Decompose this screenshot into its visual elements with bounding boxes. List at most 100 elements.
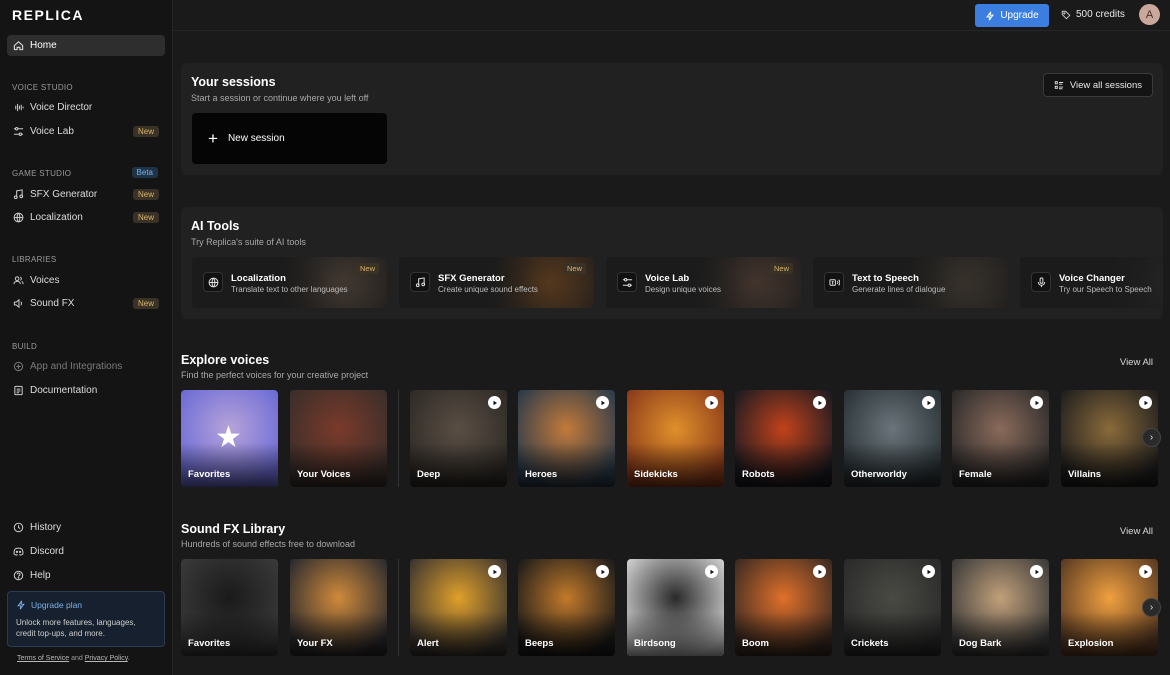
tile-label: Your Voices [297,469,351,480]
tile-crickets[interactable]: Crickets [844,559,941,656]
new-session-button[interactable]: + New session [192,113,387,164]
tile-robots[interactable]: Robots [735,390,832,487]
tile-shade [290,612,387,656]
tile-your-fx[interactable]: Your FX [290,559,387,656]
play-icon[interactable] [705,565,718,578]
upgrade-button[interactable]: Upgrade [975,4,1049,27]
tile-label: Beeps [525,638,554,649]
tool-card-voice-lab[interactable]: Voice Lab Design unique voices New [606,257,801,308]
lightning-icon [986,11,995,20]
play-icon[interactable] [922,565,935,578]
tile-your-voices[interactable]: Your Voices [290,390,387,487]
sidebar-item-voice-lab[interactable]: Voice Lab New [7,121,165,142]
sidebar-item-label: App and Integrations [30,361,123,372]
tool-card-text-to-speech[interactable]: Text to Speech Generate lines of dialogu… [813,257,1008,308]
view-all-sessions-button[interactable]: View all sessions [1042,73,1153,97]
play-icon[interactable] [1030,565,1043,578]
legal-and: and [71,655,83,662]
new-badge: New [355,263,379,274]
sidebar-item-discord[interactable]: Discord [7,541,165,562]
sidebar-item-voices[interactable]: Voices [7,270,165,291]
sidebar-item-label: Documentation [30,385,98,396]
tile-favorites[interactable]: ★ Favorites [181,390,278,487]
tile-female[interactable]: Female [952,390,1049,487]
tool-card-desc: Generate lines of dialogue [852,285,946,294]
play-icon[interactable] [596,565,609,578]
explore-voices-subtitle: Find the perfect voices for your creativ… [181,370,369,380]
sidebar-item-label: Help [30,570,51,581]
sessions-subtitle: Start a session or continue where you le… [191,93,369,103]
tool-card-voice-changer[interactable]: Voice Changer Try our Speech to Speech [1020,257,1163,308]
tile-otherworldy[interactable]: Otherworldy [844,390,941,487]
tile-label: Explosion [1068,638,1114,649]
play-icon[interactable] [1030,396,1043,409]
sidebar-item-apps-integrations[interactable]: App and Integrations [7,356,165,377]
tile-shade [518,443,615,487]
tile-favorites[interactable]: Favorites [181,559,278,656]
tile-dog-bark[interactable]: Dog Bark [952,559,1049,656]
sidebar-item-history[interactable]: History [7,517,165,538]
sidebar-item-voice-director[interactable]: Voice Director [7,97,165,118]
replica-logo[interactable]: REPLICA [12,7,84,23]
sessions-title: Your sessions [191,75,276,89]
tile-alert[interactable]: Alert [410,559,507,656]
tile-boom[interactable]: Boom [735,559,832,656]
tile-deep[interactable]: Deep [410,390,507,487]
new-badge: New [132,189,159,200]
plus-icon: + [208,128,218,148]
fx-next-arrow-button[interactable]: › [1142,598,1161,617]
sidebar-item-label: Sound FX [30,298,75,309]
sidebar-item-localization[interactable]: Localization New [7,207,165,228]
tile-sidekicks[interactable]: Sidekicks [627,390,724,487]
sidebar-item-home[interactable]: Home [7,35,165,56]
users-icon [12,275,24,287]
tile-shade [627,443,724,487]
play-icon[interactable] [488,565,501,578]
terms-of-service-link[interactable]: Terms of Service [17,655,69,662]
credits-display[interactable]: 500 credits [1061,9,1125,20]
avatar[interactable]: A [1139,4,1160,25]
ai-tools-subtitle: Try Replica's suite of AI tools [191,237,306,247]
play-icon[interactable] [922,396,935,409]
tile-heroes[interactable]: Heroes [518,390,615,487]
voices-next-arrow-button[interactable]: › [1142,428,1161,447]
tile-shade [410,443,507,487]
play-icon[interactable] [488,396,501,409]
sidebar-item-sound-fx[interactable]: Sound FX New [7,293,165,314]
tile-beeps[interactable]: Beeps [518,559,615,656]
explore-voices-title: Explore voices [181,353,270,367]
privacy-policy-link[interactable]: Privacy Policy [85,655,128,662]
tool-card-desc: Try our Speech to Speech [1059,285,1152,294]
tile-label: Sidekicks [634,469,678,480]
tile-label: Heroes [525,469,558,480]
tiles-divider [398,390,399,487]
tile-shade [410,612,507,656]
chevron-right-icon: › [1149,602,1154,613]
sidebar-item-documentation[interactable]: Documentation [7,380,165,401]
music-note-icon [410,272,430,292]
play-icon[interactable] [813,565,826,578]
tile-label: Crickets [851,638,889,649]
explore-voices-view-all-link[interactable]: View All [1120,357,1153,368]
clock-icon [12,522,24,534]
tile-shade [844,443,941,487]
play-icon[interactable] [1139,565,1152,578]
tile-label: Alert [417,638,439,649]
play-icon[interactable] [1139,396,1152,409]
top-bar: Upgrade 500 credits A [173,0,1170,31]
tile-label: Boom [742,638,769,649]
sidebar-item-sfx-generator[interactable]: SFX Generator New [7,184,165,205]
sidebar-item-help[interactable]: Help [7,565,165,586]
tile-birdsong[interactable]: Birdsong [627,559,724,656]
tool-card-localization[interactable]: Localization Translate text to other lan… [192,257,387,308]
tool-card-sfx-generator[interactable]: SFX Generator Create unique sound effect… [399,257,594,308]
play-icon[interactable] [813,396,826,409]
tile-label: Birdsong [634,638,676,649]
sidebar: REPLICA Home VOICE STUDIO Voice Director… [0,0,173,675]
play-icon[interactable] [596,396,609,409]
sound-fx-view-all-link[interactable]: View All [1120,526,1153,537]
tile-shade [1061,443,1158,487]
sidebar-item-label: SFX Generator [30,189,98,200]
play-icon[interactable] [705,396,718,409]
upgrade-plan-card[interactable]: Upgrade plan Unlock more features, langu… [7,591,165,647]
